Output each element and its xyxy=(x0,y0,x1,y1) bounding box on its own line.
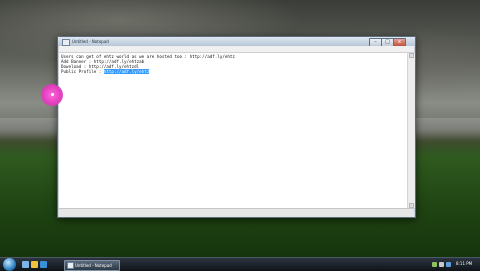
window-title: Untitled - Notepad xyxy=(72,39,109,44)
volume-icon[interactable] xyxy=(439,262,444,267)
taskbar-notepad-button[interactable]: Untitled - Notepad xyxy=(64,260,120,271)
profile-label: Public Profile : xyxy=(61,69,104,74)
notepad-window[interactable]: Untitled - Notepad – □ x File Edit Forma… xyxy=(57,36,416,218)
browser-icon[interactable] xyxy=(40,261,47,268)
show-desktop-icon[interactable] xyxy=(22,261,29,268)
scroll-up-arrow[interactable] xyxy=(409,53,414,58)
network-icon[interactable] xyxy=(432,262,437,267)
taskbar: Untitled - Notepad 8:11 PM xyxy=(0,257,480,271)
title-bar[interactable]: Untitled - Notepad – □ x xyxy=(58,37,415,47)
explorer-icon[interactable] xyxy=(31,261,38,268)
notepad-icon xyxy=(67,262,74,269)
mouse-cursor-highlight xyxy=(41,84,63,106)
status-bar xyxy=(59,208,414,217)
vertical-scrollbar[interactable] xyxy=(407,53,415,208)
tray-app-icon[interactable] xyxy=(446,262,451,267)
text-line-profile[interactable]: Public Profile : http://adf.ly/ehtz xyxy=(61,69,150,74)
notepad-icon xyxy=(62,39,70,46)
text-editor[interactable]: Users can get of ehtz world as we are ho… xyxy=(59,53,407,208)
selected-link-text[interactable]: http://adf.ly/ehtz xyxy=(103,69,150,74)
menu-bar: File Edit Format View Help xyxy=(59,46,414,62)
clock[interactable]: 8:11 PM xyxy=(456,258,472,270)
taskbar-button-label: Untitled - Notepad xyxy=(75,263,112,268)
start-button[interactable] xyxy=(3,258,16,271)
cursor-point xyxy=(51,93,54,96)
